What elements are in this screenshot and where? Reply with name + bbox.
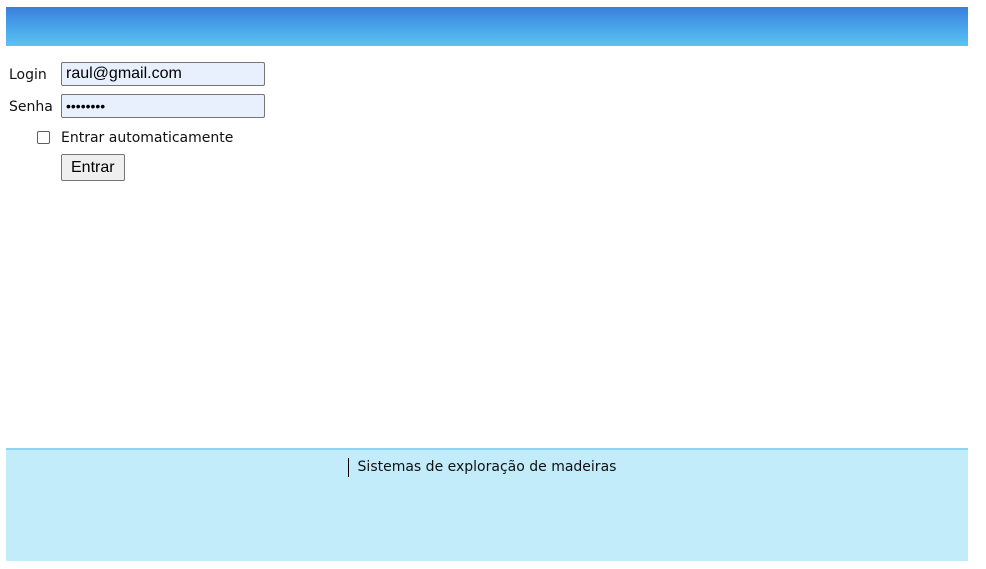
login-label: Login [9, 67, 47, 83]
password-input[interactable] [61, 94, 265, 118]
enter-button[interactable]: Entrar [61, 154, 125, 181]
remember-label[interactable]: Entrar automaticamente [61, 126, 233, 150]
password-label: Senha [9, 99, 53, 115]
footer-text: Sistemas de exploração de madeiras [357, 459, 617, 475]
remember-checkbox[interactable] [37, 131, 50, 144]
footer: Sistemas de exploração de madeiras [6, 448, 968, 561]
login-input[interactable] [61, 62, 265, 86]
header-banner [6, 7, 968, 46]
